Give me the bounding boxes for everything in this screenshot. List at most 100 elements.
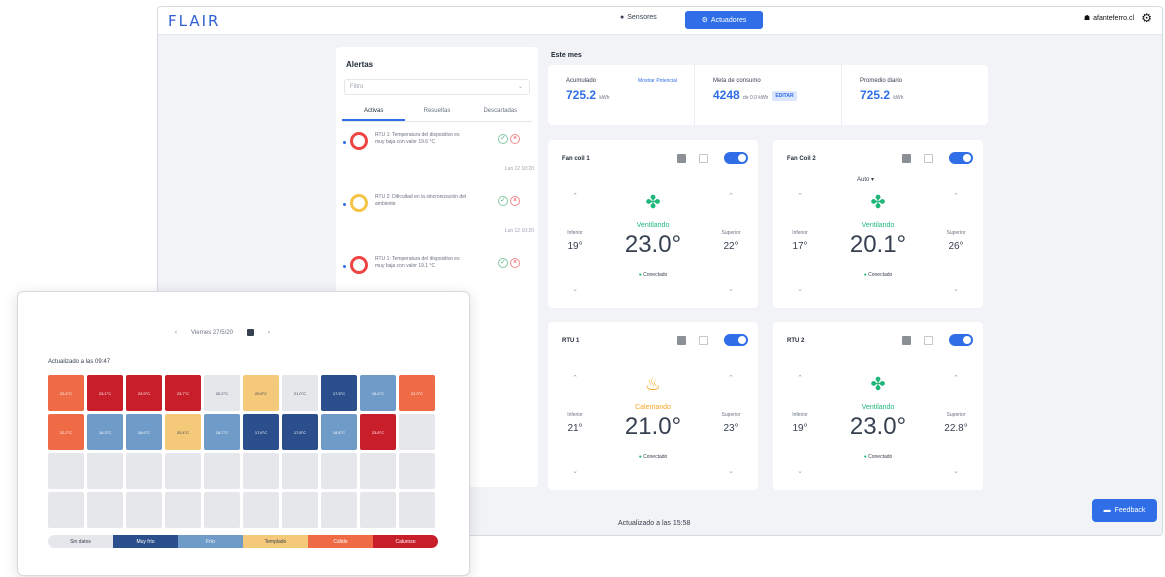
chart-icon[interactable] xyxy=(677,336,686,345)
heatmap-cell[interactable]: 20.4°C xyxy=(165,414,201,450)
nav-actuadores[interactable]: ⚙ Actuadores xyxy=(685,11,763,29)
schedule-icon[interactable] xyxy=(699,336,708,345)
heatmap-cell[interactable]: 23.8°C xyxy=(360,414,396,450)
heatmap-cell[interactable]: 17.8°C xyxy=(282,414,318,450)
decrease-arrow-icon[interactable]: ⌄ xyxy=(937,467,975,475)
heatmap-cell[interactable] xyxy=(321,453,357,489)
heatmap-cell[interactable] xyxy=(165,453,201,489)
tab-resueltas[interactable]: Resueltas xyxy=(405,103,468,121)
heatmap-cell[interactable]: 17.5°C xyxy=(321,375,357,411)
decrease-arrow-icon[interactable]: ⌄ xyxy=(556,467,594,475)
settings-gear-icon[interactable]: ⚙ xyxy=(1141,11,1152,25)
heatmap-cell[interactable]: 22.0°C xyxy=(399,375,435,411)
unread-dot xyxy=(343,265,346,268)
calendar-icon[interactable] xyxy=(246,329,254,336)
heatmap-cell[interactable] xyxy=(87,453,123,489)
chart-icon[interactable] xyxy=(902,336,911,345)
heatmap-cell[interactable]: 22.2°C xyxy=(48,414,84,450)
decrease-arrow-icon[interactable]: ⌄ xyxy=(781,467,819,475)
heatmap-cell[interactable] xyxy=(126,453,162,489)
increase-arrow-icon[interactable]: ⌃ xyxy=(781,374,819,382)
increase-arrow-icon[interactable]: ⌃ xyxy=(712,192,750,200)
nav-sensores[interactable]: ● Sensores xyxy=(620,14,657,21)
decrease-arrow-icon[interactable]: ⌄ xyxy=(712,285,750,293)
decrease-arrow-icon[interactable]: ⌄ xyxy=(937,285,975,293)
decrease-arrow-icon[interactable]: ⌄ xyxy=(556,285,594,293)
resolve-check-icon[interactable]: ✓ xyxy=(498,196,508,206)
schedule-icon[interactable] xyxy=(924,336,933,345)
heatmap-cell[interactable] xyxy=(204,453,240,489)
heatmap-cell[interactable]: 21.0°C xyxy=(282,375,318,411)
heatmap-cell[interactable] xyxy=(360,492,396,528)
increase-arrow-icon[interactable]: ⌃ xyxy=(937,374,975,382)
heatmap-cell[interactable]: 22.4°C xyxy=(48,375,84,411)
heatmap-cell[interactable]: 20.8°C xyxy=(243,375,279,411)
user-account[interactable]: ☗ afanteferro.cl xyxy=(1084,14,1134,23)
schedule-icon[interactable] xyxy=(924,154,933,163)
decrease-arrow-icon[interactable]: ⌄ xyxy=(781,285,819,293)
chart-icon[interactable] xyxy=(902,154,911,163)
stat-value: 4248 xyxy=(713,88,740,102)
dismiss-x-icon[interactable]: × xyxy=(510,258,520,268)
heatmap-cell[interactable]: 18.3°C xyxy=(87,414,123,450)
resolve-check-icon[interactable]: ✓ xyxy=(498,134,508,144)
alert-message: RTU 1: Temperatura del dispositivo es mu… xyxy=(375,132,460,145)
increase-arrow-icon[interactable]: ⌃ xyxy=(556,374,594,382)
heatmap-cell[interactable] xyxy=(87,492,123,528)
decrease-arrow-icon[interactable]: ⌄ xyxy=(712,467,750,475)
heatmap-cell[interactable] xyxy=(204,492,240,528)
heatmap-cell[interactable]: 23.9°C xyxy=(126,375,162,411)
increase-arrow-icon[interactable]: ⌃ xyxy=(712,374,750,382)
heatmap-cell[interactable] xyxy=(360,453,396,489)
heatmap-date: Viernes 27/5/20 xyxy=(191,329,233,336)
alerts-filter-select[interactable]: Filtro ⌄ xyxy=(344,79,530,95)
increase-arrow-icon[interactable]: ⌃ xyxy=(556,192,594,200)
heatmap-cell[interactable] xyxy=(399,492,435,528)
heatmap-cell[interactable] xyxy=(126,492,162,528)
schedule-icon[interactable] xyxy=(699,154,708,163)
setpoint-value: 22.8° xyxy=(944,423,968,434)
mostrar-potencial-link[interactable]: Mostrar Potencial xyxy=(638,78,677,84)
dismiss-x-icon[interactable]: × xyxy=(510,134,520,144)
setpoint-value: 17° xyxy=(792,241,808,252)
chevron-left-icon[interactable]: ‹ xyxy=(175,330,177,336)
chat-icon: ▬ xyxy=(1103,507,1111,514)
mode-select[interactable]: Auto ▾ xyxy=(857,176,874,183)
fan-icon: ✤ xyxy=(870,374,886,394)
power-toggle[interactable] xyxy=(724,152,748,164)
heatmap-cell[interactable] xyxy=(243,453,279,489)
power-toggle[interactable] xyxy=(949,152,973,164)
heatmap-cell[interactable]: 18.4°C xyxy=(360,375,396,411)
heatmap-cell[interactable]: 18.8°C xyxy=(321,414,357,450)
editar-button[interactable]: EDITAR xyxy=(772,90,797,101)
increase-arrow-icon[interactable]: ⌃ xyxy=(781,192,819,200)
flair-logo[interactable]: FLAIR xyxy=(168,12,220,30)
heatmap-cell[interactable]: 20.2°C xyxy=(204,375,240,411)
alert-item[interactable]: RTU 1: Temperatura del dispositivo es mu… xyxy=(336,122,538,184)
alert-item[interactable]: RTU 2: Dificultad en la sincronización d… xyxy=(336,184,538,246)
heatmap-cell[interactable]: 17.6°C xyxy=(243,414,279,450)
heatmap-cell[interactable]: 18.7°C xyxy=(204,414,240,450)
heatmap-cell[interactable] xyxy=(165,492,201,528)
heatmap-cell[interactable] xyxy=(399,414,435,450)
heatmap-cell[interactable] xyxy=(48,492,84,528)
feedback-button[interactable]: ▬ Feedback xyxy=(1092,499,1157,522)
power-toggle[interactable] xyxy=(949,334,973,346)
heatmap-cell[interactable] xyxy=(48,453,84,489)
power-toggle[interactable] xyxy=(724,334,748,346)
chart-icon[interactable] xyxy=(677,154,686,163)
heatmap-cell[interactable] xyxy=(282,453,318,489)
dismiss-x-icon[interactable]: × xyxy=(510,196,520,206)
chevron-right-icon[interactable]: › xyxy=(268,330,270,336)
heatmap-cell[interactable] xyxy=(321,492,357,528)
increase-arrow-icon[interactable]: ⌃ xyxy=(937,192,975,200)
tab-activas[interactable]: Activas xyxy=(342,103,406,121)
heatmap-cell[interactable] xyxy=(243,492,279,528)
heatmap-cell[interactable]: 18.6°C xyxy=(126,414,162,450)
tab-descartadas[interactable]: Descartadas xyxy=(469,103,532,121)
heatmap-cell[interactable] xyxy=(282,492,318,528)
heatmap-cell[interactable] xyxy=(399,453,435,489)
heatmap-cell[interactable]: 23.7°C xyxy=(165,375,201,411)
resolve-check-icon[interactable]: ✓ xyxy=(498,258,508,268)
heatmap-cell[interactable]: 23.1°C xyxy=(87,375,123,411)
